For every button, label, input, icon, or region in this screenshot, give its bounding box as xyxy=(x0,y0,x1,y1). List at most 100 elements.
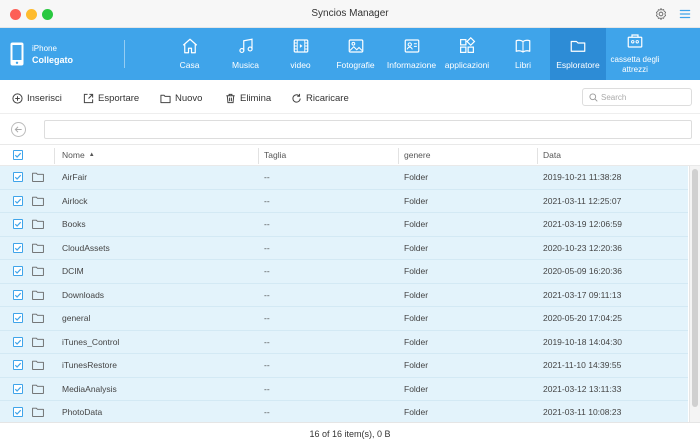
trash-icon xyxy=(226,93,235,103)
file-type: Folder xyxy=(404,313,429,324)
row-checkbox-cell[interactable] xyxy=(13,237,23,260)
file-name: AirFair xyxy=(62,172,88,183)
row-checkbox[interactable] xyxy=(13,266,23,277)
item-count-status: 16 of 16 item(s), 0 B xyxy=(309,429,391,439)
folder-icon xyxy=(32,361,44,371)
row-checkbox-cell[interactable] xyxy=(13,378,23,401)
row-checkbox[interactable] xyxy=(13,360,23,371)
new-folder-button[interactable]: Nuovo xyxy=(160,91,202,105)
row-checkbox-cell[interactable] xyxy=(13,354,23,377)
row-checkbox-cell[interactable] xyxy=(13,307,23,330)
path-bar xyxy=(0,114,700,144)
table-row[interactable]: general -- Folder 2020-05-20 17:04:25 xyxy=(0,307,688,331)
new-folder-label: Nuovo xyxy=(175,92,203,104)
scrollbar-thumb[interactable] xyxy=(692,169,698,407)
delete-button[interactable]: Elimina xyxy=(225,91,271,105)
table-row[interactable]: MediaAnalysis -- Folder 2021-03-12 13:11:33 xyxy=(0,377,688,401)
file-name: general xyxy=(62,313,91,324)
import-button[interactable]: Inserisci xyxy=(12,91,62,105)
reload-label: Ricaricare xyxy=(306,92,349,104)
file-size: -- xyxy=(264,336,270,347)
column-header-size[interactable]: Taglia xyxy=(264,145,286,165)
settings-gear-icon[interactable] xyxy=(654,7,668,21)
status-footer: 16 of 16 item(s), 0 B xyxy=(0,422,700,446)
folder-icon xyxy=(32,337,44,347)
row-checkbox[interactable] xyxy=(13,172,23,183)
nav-tab-books[interactable]: Libri xyxy=(496,28,550,80)
file-size: -- xyxy=(264,289,270,300)
row-folder-cell xyxy=(32,307,44,330)
nav-tab-music[interactable]: Musica xyxy=(218,28,273,80)
back-button[interactable] xyxy=(11,122,26,137)
file-size: -- xyxy=(264,313,270,324)
header-divider xyxy=(124,40,125,68)
nav-tab-apps[interactable]: applicazioni xyxy=(439,28,495,80)
file-date: 2019-10-18 14:04:30 xyxy=(543,336,622,347)
column-header-date[interactable]: Data xyxy=(543,145,561,165)
nav-tab-toolbox[interactable]: cassetta degli attrezzi xyxy=(606,28,664,80)
export-button[interactable]: Esportare xyxy=(83,91,139,105)
row-checkbox-cell[interactable] xyxy=(13,166,23,189)
vertical-scrollbar[interactable] xyxy=(689,166,700,422)
nav-tab-video[interactable]: video xyxy=(273,28,328,80)
nav-tab-info[interactable]: Informazione xyxy=(384,28,439,80)
column-header-name[interactable]: Nome ▲ xyxy=(62,145,95,165)
row-checkbox-cell[interactable] xyxy=(13,284,23,307)
table-row[interactable]: CloudAssets -- Folder 2020-10-23 12:20:36 xyxy=(0,236,688,260)
film-icon xyxy=(293,39,308,53)
row-folder-cell xyxy=(32,284,44,307)
menu-icon[interactable] xyxy=(678,7,692,21)
folder-icon xyxy=(32,220,44,230)
table-row[interactable]: Books -- Folder 2021-03-19 12:06:59 xyxy=(0,213,688,237)
refresh-icon xyxy=(292,93,301,103)
folder-icon xyxy=(32,290,44,300)
row-checkbox[interactable] xyxy=(13,195,23,206)
file-size: -- xyxy=(264,407,270,418)
nav-tab-explorer[interactable]: Esploratore xyxy=(550,28,606,80)
column-header-type[interactable]: genere xyxy=(404,145,430,165)
folder-icon xyxy=(32,267,44,277)
table-row[interactable]: iTunesRestore -- Folder 2021-11-10 14:39:55 xyxy=(0,354,688,378)
search-input[interactable] xyxy=(601,91,689,104)
row-checkbox[interactable] xyxy=(13,407,23,418)
nav-tab-photos[interactable]: Fotografie xyxy=(328,28,383,80)
file-name: Airlock xyxy=(62,195,88,206)
row-checkbox-cell[interactable] xyxy=(13,401,23,422)
row-checkbox-cell[interactable] xyxy=(13,331,23,354)
nav-tab-home[interactable]: Casa xyxy=(162,28,217,80)
row-checkbox-cell[interactable] xyxy=(13,213,23,236)
row-checkbox[interactable] xyxy=(13,383,23,394)
row-checkbox[interactable] xyxy=(13,336,23,347)
file-type: Folder xyxy=(404,219,429,230)
table-row[interactable]: Downloads -- Folder 2021-03-17 09:11:13 xyxy=(0,283,688,307)
table-row[interactable]: PhotoData -- Folder 2021-03-11 10:08:23 xyxy=(0,401,688,422)
row-checkbox[interactable] xyxy=(13,313,23,324)
file-name: DCIM xyxy=(62,266,84,277)
row-checkbox-cell[interactable] xyxy=(13,260,23,283)
row-checkbox[interactable] xyxy=(13,242,23,253)
row-checkbox[interactable] xyxy=(13,219,23,230)
reload-button[interactable]: Ricaricare xyxy=(291,91,349,105)
path-field[interactable] xyxy=(44,120,692,139)
contact-card-icon xyxy=(404,39,419,53)
phone-icon xyxy=(10,42,24,66)
table-row[interactable]: DCIM -- Folder 2020-05-09 16:20:36 xyxy=(0,260,688,284)
table-row[interactable]: Airlock -- Folder 2021-03-11 12:25:07 xyxy=(0,189,688,213)
table-row[interactable]: AirFair -- Folder 2019-10-21 11:38:28 xyxy=(0,166,688,190)
search-box[interactable] xyxy=(582,88,692,106)
table-row[interactable]: iTunes_Control -- Folder 2019-10-18 14:04:3… xyxy=(0,330,688,354)
search-icon xyxy=(589,93,598,102)
device-panel[interactable]: iPhone Collegato xyxy=(10,42,120,68)
plus-circle-icon xyxy=(12,92,23,104)
row-checkbox-cell[interactable] xyxy=(13,190,23,213)
file-name: CloudAssets xyxy=(62,242,110,253)
select-all-checkbox[interactable] xyxy=(13,150,23,160)
column-divider xyxy=(537,148,538,164)
music-note-icon xyxy=(238,38,253,54)
row-folder-cell xyxy=(32,378,44,401)
file-type: Folder xyxy=(404,172,429,183)
row-checkbox[interactable] xyxy=(13,289,23,300)
folder-icon xyxy=(32,196,44,206)
select-all-cell[interactable] xyxy=(13,145,23,165)
file-type: Folder xyxy=(404,195,429,206)
